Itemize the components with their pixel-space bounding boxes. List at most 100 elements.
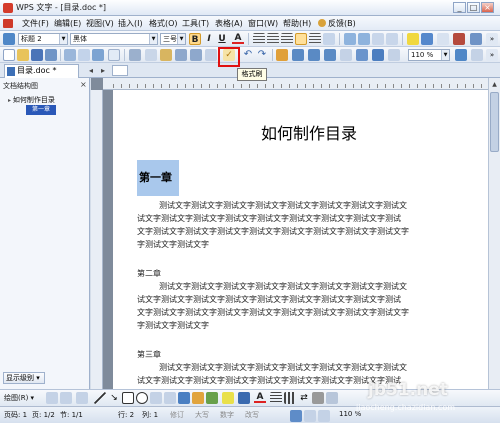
- menu-edit[interactable]: 编辑(E): [54, 18, 81, 29]
- underline-button[interactable]: U: [216, 33, 228, 45]
- line-style-icon[interactable]: [270, 392, 282, 404]
- align-center-icon[interactable]: [267, 33, 279, 45]
- next-tab-icon[interactable]: ▸: [98, 66, 108, 75]
- font-combo[interactable]: 黑体 ▼: [70, 33, 158, 45]
- drawing-toggle-icon[interactable]: [324, 49, 336, 61]
- help-icon[interactable]: [455, 49, 467, 61]
- document-page[interactable]: 如何制作目录 第一章 测试文字测试文字测试文字测试文字测试文字测试文字测试文字测…: [113, 90, 488, 389]
- dash-style-icon[interactable]: [284, 392, 296, 404]
- diagram-icon[interactable]: [192, 392, 204, 404]
- show-marks-icon[interactable]: [372, 49, 384, 61]
- vertical-textbox-icon[interactable]: [164, 392, 176, 404]
- extra-tool-icon[interactable]: [471, 49, 483, 61]
- view-web-icon[interactable]: [304, 410, 316, 422]
- columns-icon[interactable]: [340, 49, 352, 61]
- new-tab-button[interactable]: [112, 65, 128, 76]
- vertical-scrollbar[interactable]: ▲: [488, 78, 500, 389]
- menu-view[interactable]: 视图(V): [86, 18, 114, 29]
- increase-indent-icon[interactable]: [386, 33, 398, 45]
- menu-help[interactable]: 帮助(H): [283, 18, 311, 29]
- menu-table[interactable]: 表格(A): [215, 18, 243, 29]
- rectangle-icon[interactable]: [122, 392, 134, 404]
- scroll-thumb[interactable]: [490, 92, 499, 152]
- copy-icon[interactable]: [145, 49, 157, 61]
- menu-insert[interactable]: 插入(I): [118, 18, 143, 29]
- outline-item-title[interactable]: ▸ 如何制作目录: [8, 95, 55, 105]
- new-doc-icon[interactable]: [3, 49, 15, 61]
- bullets-icon[interactable]: [358, 33, 370, 45]
- zoom-combo[interactable]: 110 % ▼: [408, 49, 450, 61]
- textbox-icon[interactable]: [150, 392, 162, 404]
- permissions-icon[interactable]: [45, 49, 57, 61]
- scroll-up-icon[interactable]: ▲: [490, 80, 499, 89]
- open-folder-icon[interactable]: [17, 49, 29, 61]
- insert-picture-icon[interactable]: [292, 49, 304, 61]
- numbering-icon[interactable]: [344, 33, 356, 45]
- paste-icon[interactable]: [160, 49, 172, 61]
- horizontal-ruler[interactable]: [103, 78, 488, 90]
- pdf-icon[interactable]: [92, 49, 104, 61]
- status-revision[interactable]: 修订: [170, 410, 184, 420]
- replace-icon[interactable]: [190, 49, 202, 61]
- styles-icon[interactable]: [3, 33, 15, 45]
- save-icon[interactable]: [31, 49, 43, 61]
- menu-format[interactable]: 格式(O): [149, 18, 178, 29]
- autoshape-font-color-button[interactable]: A: [254, 392, 266, 403]
- arrow-icon[interactable]: ↘: [108, 392, 120, 404]
- close-button[interactable]: ×: [481, 2, 494, 13]
- close-panel-icon[interactable]: ×: [80, 80, 87, 89]
- overflow-chevron-icon[interactable]: »: [486, 33, 498, 45]
- spellcheck-icon[interactable]: [108, 49, 120, 61]
- arrow-style-icon[interactable]: ⇄: [298, 392, 310, 404]
- clipart-icon[interactable]: [206, 392, 218, 404]
- overflow-chevron-icon[interactable]: »: [486, 49, 498, 61]
- select-objects-icon[interactable]: [46, 392, 58, 404]
- font-size-combo[interactable]: 三号 ▼: [160, 33, 186, 45]
- menu-window[interactable]: 窗口(W): [248, 18, 278, 29]
- find-icon[interactable]: [175, 49, 187, 61]
- view-normal-icon[interactable]: [290, 410, 302, 422]
- show-level-button[interactable]: 显示级别 ▾: [3, 372, 45, 384]
- maximize-button[interactable]: □: [467, 2, 480, 13]
- view-outline-icon[interactable]: [318, 410, 330, 422]
- font-color-button[interactable]: A: [232, 33, 244, 44]
- rotate-icon[interactable]: [60, 392, 72, 404]
- style-combo[interactable]: 标题 2 ▼: [18, 33, 68, 45]
- 3d-icon[interactable]: [326, 392, 338, 404]
- vertical-ruler[interactable]: [91, 90, 103, 389]
- line-spacing-icon[interactable]: [323, 33, 335, 45]
- tab-document[interactable]: 目录.doc *: [4, 64, 79, 78]
- shading-icon[interactable]: [437, 33, 449, 45]
- ellipse-icon[interactable]: [136, 392, 148, 404]
- minimize-button[interactable]: _: [453, 2, 466, 13]
- wordart-icon[interactable]: [178, 392, 190, 404]
- align-right-icon[interactable]: [281, 33, 293, 45]
- decrease-indent-icon[interactable]: [372, 33, 384, 45]
- char-border-icon[interactable]: [453, 33, 465, 45]
- autoshapes-icon[interactable]: [76, 392, 88, 404]
- draw-menu-button[interactable]: 绘图(R) ▾: [4, 393, 34, 403]
- more-tools-icon[interactable]: [470, 33, 482, 45]
- zoom-icon[interactable]: [388, 49, 400, 61]
- italic-button[interactable]: I: [203, 33, 215, 45]
- insert-table-icon[interactable]: [276, 49, 288, 61]
- align-left-icon[interactable]: [253, 33, 265, 45]
- bold-button[interactable]: B: [189, 33, 201, 45]
- border-icon[interactable]: [421, 33, 433, 45]
- justify-icon[interactable]: [295, 33, 307, 45]
- status-overwrite[interactable]: 改写: [245, 410, 259, 420]
- distributed-icon[interactable]: [309, 33, 321, 45]
- menu-file[interactable]: 文件(F): [22, 18, 49, 29]
- fill-color-icon[interactable]: [222, 392, 234, 404]
- line-color-icon[interactable]: [238, 392, 250, 404]
- print-icon[interactable]: [64, 49, 76, 61]
- print-preview-icon[interactable]: [78, 49, 90, 61]
- prev-tab-icon[interactable]: ◂: [86, 66, 96, 75]
- doc-map-icon[interactable]: [356, 49, 368, 61]
- select-icon[interactable]: [205, 49, 217, 61]
- menu-feedback[interactable]: 反馈(B): [328, 18, 356, 29]
- cut-icon[interactable]: [129, 49, 141, 61]
- menu-tools[interactable]: 工具(T): [182, 18, 209, 29]
- undo-icon[interactable]: ↶: [242, 49, 254, 61]
- line-icon[interactable]: [94, 392, 106, 404]
